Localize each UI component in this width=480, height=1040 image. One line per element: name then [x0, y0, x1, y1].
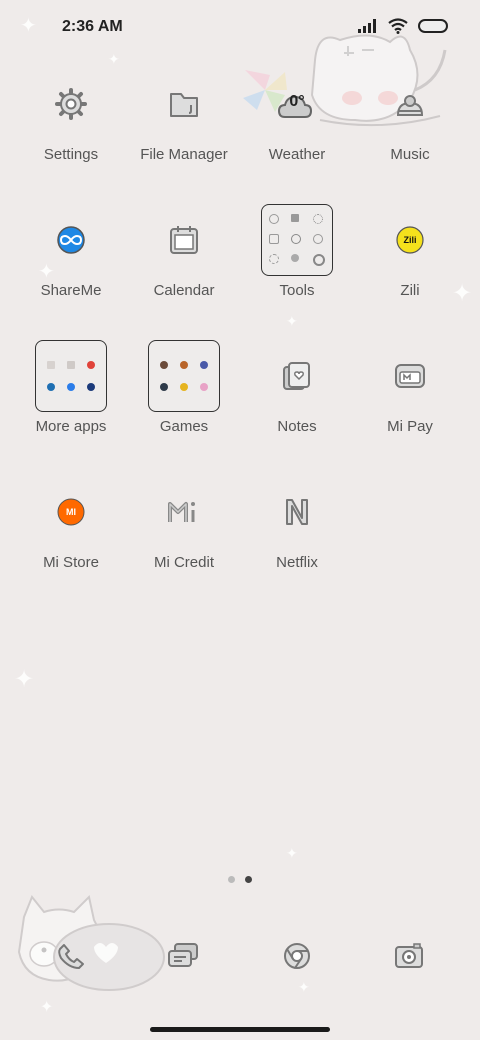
sparkle-decoration: ✦ — [20, 15, 37, 37]
mini-app-icon — [47, 383, 55, 391]
page-dot-1[interactable] — [228, 876, 235, 883]
browser-icon — [284, 943, 310, 969]
music-icon — [374, 68, 446, 140]
mini-app-icon — [269, 214, 279, 224]
app-label: Notes — [277, 418, 317, 435]
app-label: Calendar — [153, 282, 215, 299]
mini-app-icon — [87, 383, 95, 391]
app-label: Games — [159, 418, 209, 435]
weather-icon: 0° — [261, 68, 333, 140]
app-calendar[interactable]: Calendar — [124, 204, 244, 299]
page-dot-2[interactable] — [245, 876, 252, 883]
sparkle-decoration: ✦ — [108, 51, 120, 67]
dock-camera[interactable] — [385, 932, 433, 980]
app-settings[interactable]: Settings — [11, 68, 131, 163]
mini-app-icon — [269, 234, 279, 244]
calendar-icon — [148, 204, 220, 276]
folder-games-icon — [148, 340, 220, 412]
page-indicator — [0, 876, 480, 883]
folder-icon — [148, 68, 220, 140]
dock-phone[interactable] — [47, 932, 95, 980]
mini-app-icon — [200, 383, 208, 391]
app-file-manager[interactable]: File Manager — [124, 68, 244, 163]
dock-messages[interactable] — [159, 932, 207, 980]
folder-more-apps-icon — [35, 340, 107, 412]
app-mi-credit[interactable]: Mi Credit — [124, 476, 244, 571]
gear-icon — [35, 68, 107, 140]
app-label: Mi Credit — [153, 554, 214, 571]
app-label: Netflix — [276, 554, 318, 571]
app-label: Mi Pay — [387, 418, 433, 435]
weather-temperature: 0° — [289, 93, 305, 110]
app-tools-folder[interactable]: Tools — [237, 204, 357, 299]
sparkle-decoration: ✦ — [298, 979, 310, 995]
app-music[interactable]: Music — [350, 68, 470, 163]
mini-app-icon — [87, 361, 95, 369]
mini-app-icon — [47, 361, 55, 369]
sparkle-decoration: ✦ — [40, 999, 54, 1016]
app-label: File Manager — [140, 146, 228, 163]
sparkle-decoration: ✦ — [14, 666, 35, 693]
status-time: 2:36 AM — [62, 18, 123, 35]
mini-app-icon — [67, 383, 75, 391]
mini-app-icon — [313, 234, 323, 244]
app-games-folder[interactable]: Games — [124, 340, 244, 435]
mini-app-icon — [291, 234, 301, 244]
app-mi-pay[interactable]: Mi Pay — [350, 340, 470, 435]
mini-app-icon — [291, 254, 299, 262]
dock-browser[interactable] — [273, 932, 321, 980]
zili-badge-text: Zili — [403, 235, 417, 245]
notes-icon — [261, 340, 333, 412]
app-mi-store[interactable]: MI Mi Store — [11, 476, 131, 571]
app-label: Zili — [400, 282, 420, 299]
app-label: More apps — [35, 418, 107, 435]
folder-tools-icon — [261, 204, 333, 276]
mini-app-icon — [67, 361, 75, 369]
camera-icon — [395, 943, 423, 968]
mini-app-icon — [291, 214, 299, 222]
app-label: Music — [390, 146, 430, 163]
messages-icon — [168, 943, 198, 967]
mi-store-badge: MI — [66, 507, 76, 517]
app-weather[interactable]: 0° Weather — [237, 68, 357, 163]
mini-app-icon — [160, 361, 168, 369]
mini-app-icon — [180, 361, 188, 369]
app-more-apps-folder[interactable]: More apps — [11, 340, 131, 435]
mini-app-icon — [313, 214, 323, 224]
app-label: Settings — [43, 146, 99, 163]
mini-app-icon — [269, 254, 279, 264]
mi-credit-icon — [148, 476, 220, 548]
mini-app-icon — [313, 254, 325, 266]
mini-app-icon — [160, 383, 168, 391]
mini-app-icon — [200, 361, 208, 369]
zili-icon: Zili — [374, 204, 446, 276]
app-label: ShareMe — [40, 282, 102, 299]
app-notes[interactable]: Notes — [237, 340, 357, 435]
shareme-icon — [35, 204, 107, 276]
app-label: Mi Store — [43, 554, 99, 571]
app-zili[interactable]: Zili Zili — [350, 204, 470, 299]
mi-pay-icon — [374, 340, 446, 412]
mini-app-icon — [180, 383, 188, 391]
sparkle-decoration: ✦ — [286, 313, 298, 329]
phone-icon — [58, 944, 84, 969]
app-netflix[interactable]: Netflix — [237, 476, 357, 571]
mi-store-icon: MI — [35, 476, 107, 548]
app-shareme[interactable]: ShareMe — [11, 204, 131, 299]
app-label: Weather — [268, 146, 326, 163]
home-indicator-bar[interactable] — [150, 1027, 330, 1032]
app-label: Tools — [279, 282, 315, 299]
sparkle-decoration: ✦ — [286, 845, 298, 861]
netflix-icon — [261, 476, 333, 548]
